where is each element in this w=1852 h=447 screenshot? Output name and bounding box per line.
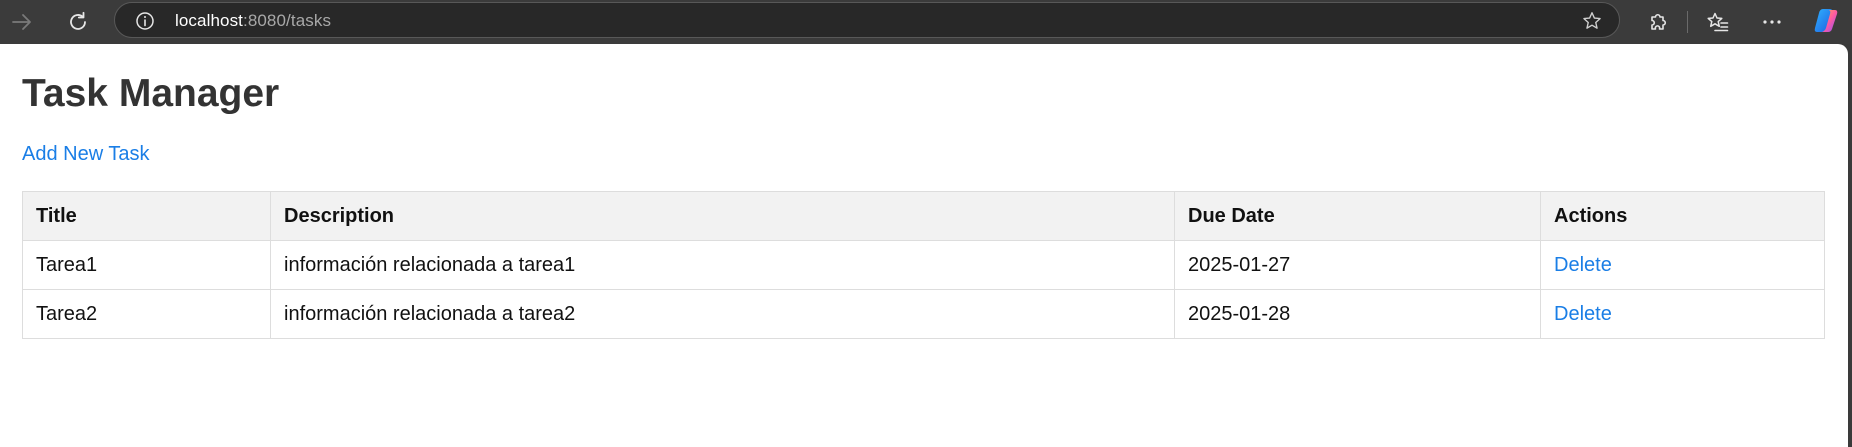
star-icon[interactable] [1581,10,1603,32]
more-dots-icon [1763,20,1781,24]
reload-icon [70,11,86,30]
header-due-date: Due Date [1174,191,1541,241]
page-viewport: Task Manager Add New Task Title Descript… [0,44,1848,447]
more-button[interactable] [1756,6,1788,38]
cell-actions: Delete [1540,240,1825,290]
table-row: Tarea2 información relacionada a tarea2 … [22,289,1825,339]
address-bar[interactable]: localhost:8080/tasks [114,2,1620,38]
reload-button[interactable] [62,6,94,38]
page-title: Task Manager [22,72,280,115]
tasks-table: Title Description Due Date Actions Tarea… [22,191,1825,339]
copilot-icon[interactable] [1810,4,1842,36]
add-new-task-link[interactable]: Add New Task [22,142,149,166]
table-header-row: Title Description Due Date Actions [22,191,1825,241]
header-title: Title [22,191,271,241]
cell-due-date: 2025-01-27 [1174,240,1541,290]
table-row: Tarea1 información relacionada a tarea1 … [22,240,1825,290]
header-actions: Actions [1540,191,1825,241]
info-icon[interactable] [135,11,155,31]
header-description: Description [270,191,1175,241]
arrow-right-icon [12,14,31,30]
delete-link[interactable]: Delete [1554,254,1612,276]
cell-description: información relacionada a tarea2 [270,289,1175,339]
puzzle-icon [1651,13,1667,30]
delete-link[interactable]: Delete [1554,303,1612,325]
cell-due-date: 2025-01-28 [1174,289,1541,339]
extensions-button[interactable] [1642,6,1674,38]
cell-description: información relacionada a tarea1 [270,240,1175,290]
cell-actions: Delete [1540,289,1825,339]
url-text[interactable]: localhost:8080/tasks [175,11,331,31]
browser-toolbar: localhost:8080/tasks [0,0,1852,44]
forward-button[interactable] [6,6,38,38]
favorites-button[interactable] [1702,6,1734,38]
cell-title: Tarea2 [22,289,271,339]
toolbar-separator [1687,11,1688,33]
favorites-list-icon [1707,12,1729,32]
cell-title: Tarea1 [22,240,271,290]
url-path: :8080/tasks [243,11,332,30]
url-host: localhost [175,11,243,30]
